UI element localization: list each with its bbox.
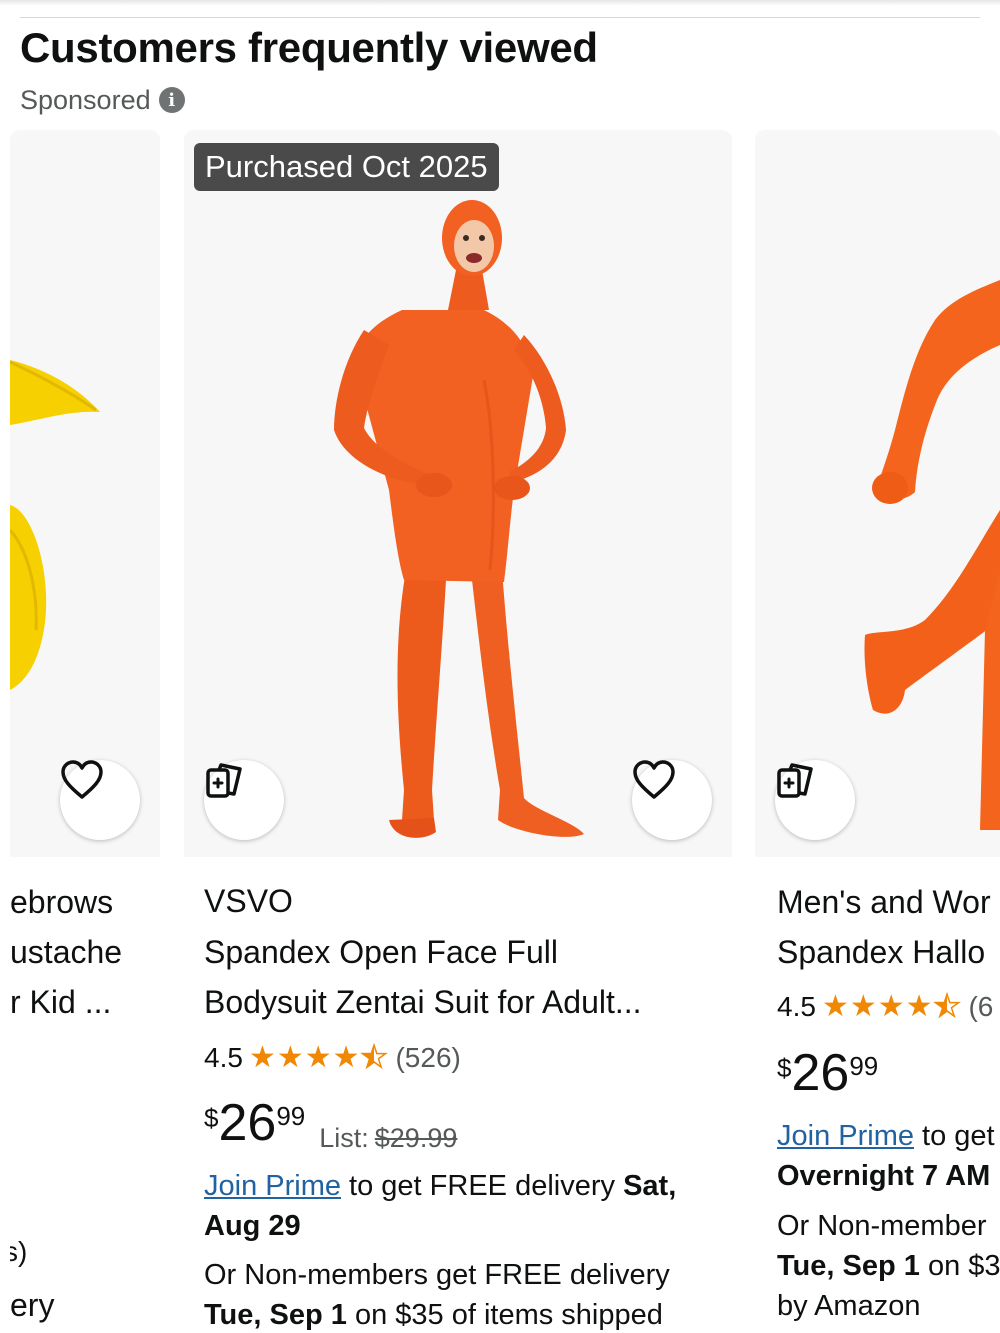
list-price: $29.99 xyxy=(374,1123,458,1153)
product-image-left[interactable] xyxy=(10,130,160,857)
by-amazon: by Amazon xyxy=(777,1290,921,1322)
star-icon: ★ xyxy=(248,1040,276,1075)
product-card-right[interactable]: Men's and Wor Spandex Hallo 4.5 ★ ★ ★ ★ … xyxy=(755,130,1000,1333)
review-count-right: (6 xyxy=(968,991,994,1022)
delivery-prefix-right: to get xyxy=(914,1120,995,1152)
product-card-left[interactable]: ebrows ustache r Kid ... s) ery xyxy=(10,130,160,1333)
delivery-date: Sat, xyxy=(623,1170,677,1202)
compare-button-right[interactable] xyxy=(775,760,855,840)
rating-row-right[interactable]: 4.5 ★ ★ ★ ★ ★ (6 xyxy=(777,989,993,1025)
price-fraction: 99 xyxy=(276,1101,306,1131)
rating-value-right: 4.5 xyxy=(777,991,816,1022)
product-title-left-line2[interactable]: ustache xyxy=(10,927,122,977)
nonmember-suffix-right: on $3 xyxy=(919,1250,1000,1282)
wishlist-button-left[interactable] xyxy=(60,760,140,840)
star-icon: ★ xyxy=(332,1040,360,1075)
info-icon[interactable]: i xyxy=(158,87,185,113)
star-rating: ★ ★ ★ ★ ★ xyxy=(248,1040,388,1075)
join-prime-link[interactable]: Join Prime xyxy=(204,1170,341,1202)
product-title-line2[interactable]: Bodysuit Zentai Suit for Adult... xyxy=(204,977,642,1027)
product-image-vsvo[interactable]: Purchased Oct 2025 xyxy=(184,130,732,857)
left-fragment-b: ery xyxy=(10,1287,55,1323)
star-icon: ★ xyxy=(304,1040,332,1075)
price-row: $ 26 99 List: $29.99 xyxy=(204,1095,457,1154)
orange-bodysuit-image xyxy=(334,200,584,838)
rating-value: 4.5 xyxy=(204,1042,243,1073)
nonmember-date-right: Tue, Sep 1 xyxy=(777,1250,920,1282)
left-fragment-a: s) xyxy=(10,1236,28,1267)
star-icon: ★ xyxy=(849,989,877,1024)
purchased-badge: Purchased Oct 2025 xyxy=(194,143,499,191)
product-title-right-line2[interactable]: Spandex Hallo xyxy=(777,927,985,977)
price-whole-right: 26 xyxy=(791,1044,850,1102)
rating-row[interactable]: 4.5 ★ ★ ★ ★ ★ (526) xyxy=(204,1040,461,1076)
list-price-label: List: xyxy=(319,1123,369,1153)
top-divider xyxy=(20,17,980,18)
product-title-line1[interactable]: Spandex Open Face Full xyxy=(204,927,558,977)
product-title-left-line1[interactable]: ebrows xyxy=(10,877,113,927)
orange-bodysuit-image-2 xyxy=(864,280,1000,830)
half-star-icon: ★ xyxy=(360,1040,388,1075)
price-row-right: $ 26 99 xyxy=(777,1045,878,1101)
price-whole: 26 xyxy=(218,1094,277,1152)
price-fraction-right: 99 xyxy=(849,1051,879,1081)
half-star-icon: ★ xyxy=(933,989,961,1024)
product-brand: VSVO xyxy=(204,883,293,919)
star-icon: ★ xyxy=(905,989,933,1024)
nonmember-suffix: on $35 of items shipped xyxy=(346,1299,663,1331)
star-icon: ★ xyxy=(821,989,849,1024)
delivery-prefix: to get FREE delivery xyxy=(341,1170,624,1202)
nonmember-date: Tue, Sep 1 xyxy=(204,1299,347,1331)
compare-icon xyxy=(206,763,242,798)
sponsored-row[interactable]: Sponsored i xyxy=(20,84,185,116)
product-title-left-line3[interactable]: r Kid ... xyxy=(10,977,111,1027)
heart-icon xyxy=(61,760,103,799)
overnight-text: Overnight 7 AM xyxy=(777,1160,991,1192)
price-symbol-right: $ xyxy=(777,1053,792,1083)
top-shadow xyxy=(0,0,1000,6)
sponsored-label: Sponsored xyxy=(20,84,151,115)
product-card-vsvo[interactable]: Purchased Oct 2025 VSVO Spandex Open Fac… xyxy=(184,130,732,1333)
compare-icon xyxy=(777,763,813,798)
nonmember-line2: Tue, Sep 1 on $35 of items shipped xyxy=(204,1290,663,1333)
review-count: (526) xyxy=(395,1042,461,1073)
star-icon: ★ xyxy=(877,989,905,1024)
join-prime-link-right[interactable]: Join Prime xyxy=(777,1120,914,1152)
section-title: Customers frequently viewed xyxy=(20,24,598,71)
price-symbol: $ xyxy=(204,1103,219,1133)
product-image-right[interactable] xyxy=(755,130,1000,857)
star-icon: ★ xyxy=(276,1040,304,1075)
star-rating-right: ★ ★ ★ ★ ★ xyxy=(821,989,961,1024)
compare-button-vsvo[interactable] xyxy=(204,760,284,840)
overnight-line: Overnight 7 AM xyxy=(777,1151,990,1201)
delivery-line2: Aug 29 xyxy=(204,1201,301,1251)
product-title-right-line1[interactable]: Men's and Wor xyxy=(777,877,991,927)
heart-icon xyxy=(633,760,675,799)
delivery-date-2: Aug 29 xyxy=(204,1210,301,1242)
wishlist-button-vsvo[interactable] xyxy=(632,760,712,840)
